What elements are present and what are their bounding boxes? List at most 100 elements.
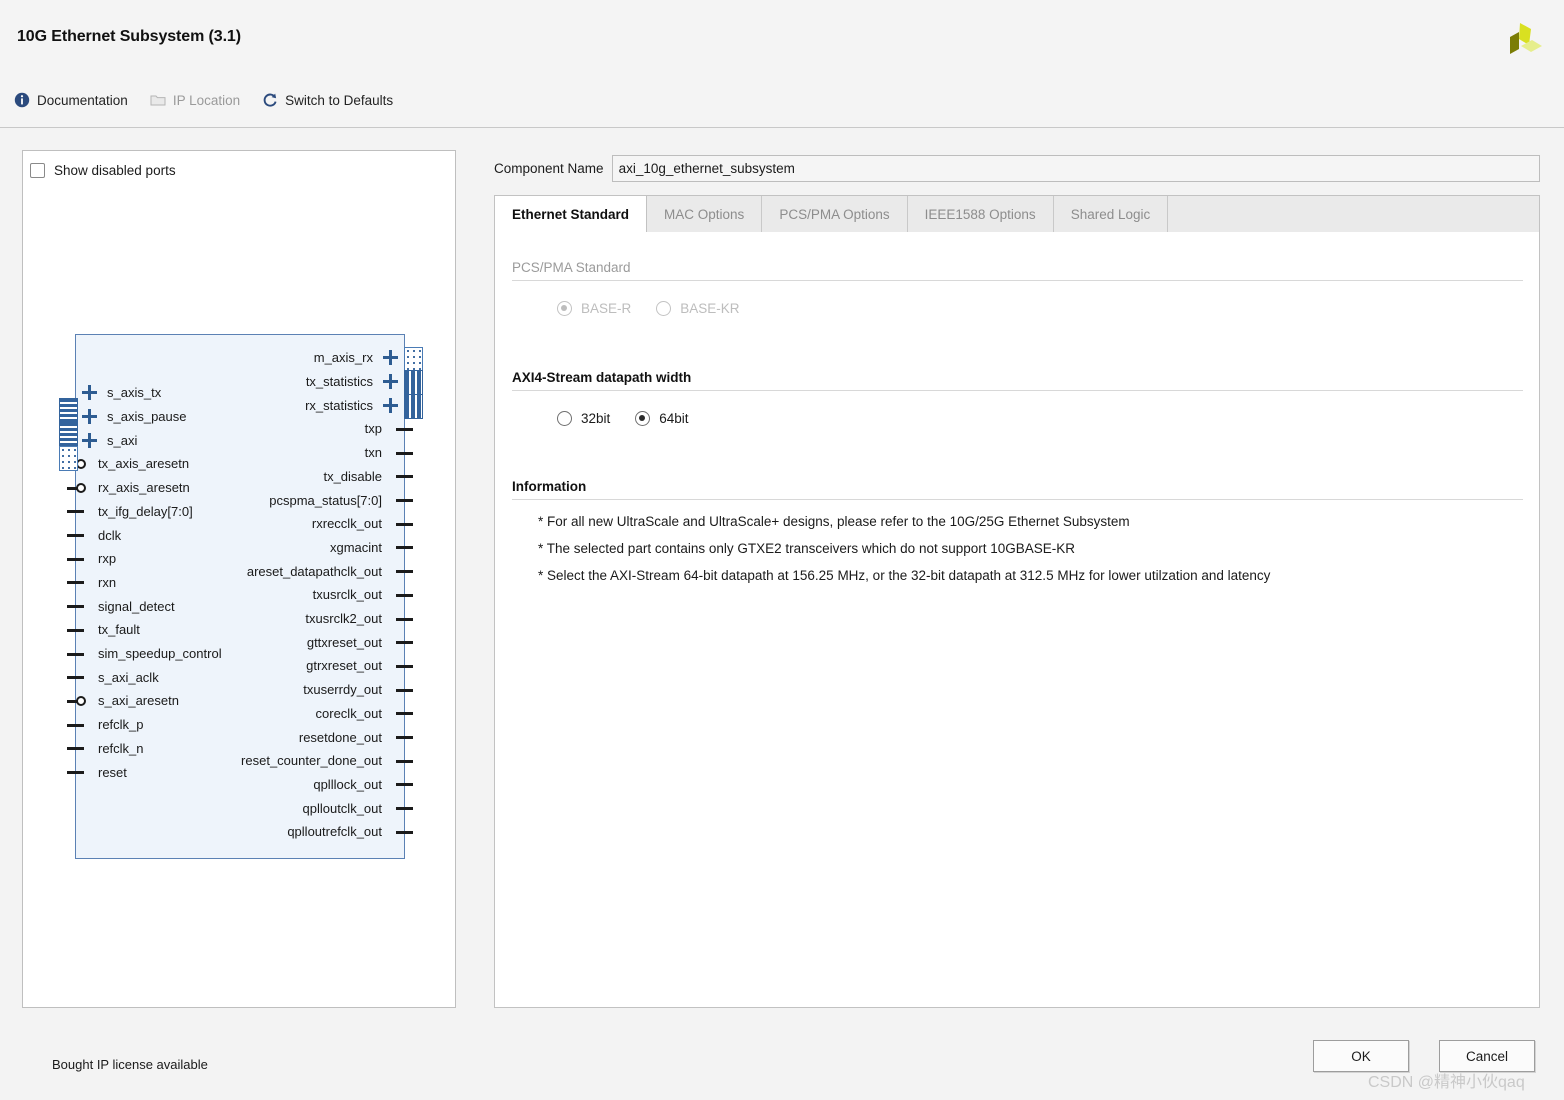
expand-bus-icon[interactable] [383,374,398,390]
ip-port-left[interactable]: signal_detect [67,594,175,618]
ip-port-left[interactable]: s_axis_pause [76,405,187,429]
ip-port-label: resetdone_out [298,729,382,745]
ip-port-label: s_axis_tx [107,385,162,401]
ip-port-right[interactable]: txusrclk_out [312,583,413,607]
tab-mac-options[interactable]: MAC Options [647,196,763,232]
ip-port-right[interactable]: qplllock_out [313,773,413,797]
expand-bus-icon[interactable] [383,350,398,366]
ip-port-right[interactable]: coreclk_out [316,702,413,726]
port-pin [390,493,413,507]
ip-location-label: IP Location [172,92,241,108]
divider [512,499,1523,500]
ip-port-right[interactable]: areset_datapathclk_out [246,559,413,583]
ip-port-left[interactable]: s_axi [76,428,137,452]
expand-bus-icon[interactable] [82,385,97,401]
expand-bus-icon[interactable] [383,397,398,413]
switch-to-defaults-button[interactable]: Switch to Defaults [262,92,393,108]
ip-port-left[interactable]: sim_speedup_control [67,642,222,666]
ip-port-right[interactable]: xgmacint [329,536,413,560]
ip-port-label: txuserrdy_out [303,682,382,698]
port-pin [67,528,90,542]
tab-ethernet-standard[interactable]: Ethernet Standard [495,196,648,233]
ip-port-right[interactable]: txusrclk2_out [305,607,413,631]
ip-port-right[interactable]: rx_statistics [305,393,404,417]
ip-port-left[interactable]: tx_axis_aresetn [67,452,189,476]
ip-port-label: s_axi [107,432,138,448]
ip-port-label: areset_datapathclk_out [246,563,382,579]
ok-button[interactable]: OK [1313,1040,1409,1072]
ip-port-left[interactable]: s_axis_tx [76,381,161,405]
ip-port-left[interactable]: tx_ifg_delay[7:0] [67,500,193,524]
radio-base-r-label: BASE-R [581,301,632,316]
port-pin [67,647,90,661]
ip-port-right[interactable]: pcspma_status[7:0] [269,488,413,512]
radio-base-kr[interactable] [656,301,672,316]
ip-port-right[interactable]: tx_statistics [306,370,404,394]
port-pin [67,670,90,684]
ip-port-label: rx_axis_aresetn [98,480,190,496]
divider [512,280,1523,281]
ip-port-right[interactable]: resetdone_out [298,725,413,749]
ip-port-left[interactable]: s_axi_aresetn [67,689,179,713]
ip-port-label: gttxreset_out [306,634,382,650]
port-pin [390,612,413,626]
ip-port-right[interactable]: qplloutrefclk_out [287,820,413,844]
xilinx-logo-icon [1510,23,1542,54]
ip-port-label: xgmacint [329,539,382,555]
port-pin [390,446,413,460]
section-title-pcs-pma: PCS/PMA Standard [512,260,631,275]
ip-port-left[interactable]: tx_fault [67,618,140,642]
cancel-button[interactable]: Cancel [1439,1040,1535,1072]
ip-port-label: tx_fault [98,622,140,638]
ip-port-left[interactable]: refclk_n [67,737,144,761]
ip-port-label: qplloutrefclk_out [287,824,382,840]
ip-port-right[interactable]: gtrxreset_out [306,654,413,678]
ip-port-left[interactable]: rx_axis_aresetn [67,476,190,500]
ip-port-left[interactable]: reset [67,760,127,784]
show-disabled-ports-row[interactable]: Show disabled ports [30,163,176,178]
port-pin [390,469,413,483]
ip-port-label: refclk_p [98,717,144,733]
ip-port-label: txusrclk_out [312,587,382,603]
ip-port-right[interactable]: rxrecclk_out [312,512,413,536]
ip-port-label: txp [364,421,382,437]
ip-port-left[interactable]: rxn [67,571,116,595]
port-pin [67,741,90,755]
tab-pcs-pma-options[interactable]: PCS/PMA Options [762,196,908,232]
port-pin [67,504,90,518]
information-line: * The selected part contains only GTXE2 … [538,541,1076,556]
ip-port-right[interactable]: reset_counter_done_out [241,749,413,773]
documentation-button[interactable]: Documentation [14,92,128,108]
expand-bus-icon[interactable] [82,409,97,425]
show-disabled-ports-checkbox[interactable] [30,163,45,178]
radio-64bit[interactable] [635,411,651,426]
information-list: * For all new UltraScale and UltraScale+… [538,514,1523,583]
expand-bus-icon[interactable] [82,432,97,448]
ip-port-label: qplllock_out [313,776,382,792]
ip-port-label: reset_counter_done_out [241,753,382,769]
port-pin [390,422,413,436]
show-disabled-ports-label: Show disabled ports [54,163,176,178]
component-name-label: Component Name [494,161,604,176]
ip-location-button[interactable]: IP Location [150,92,240,108]
radio-32bit[interactable] [557,411,572,426]
ip-port-right[interactable]: txuserrdy_out [303,678,413,702]
ip-port-label: pcspma_status[7:0] [269,492,382,508]
ip-port-right[interactable]: txp [364,417,413,441]
tab-shared-logic[interactable]: Shared Logic [1054,196,1169,232]
component-name-input[interactable] [611,155,1540,182]
ip-port-left[interactable]: rxp [67,547,116,571]
configuration-panel: Component Name Ethernet StandardMAC Opti… [494,150,1540,1008]
ip-port-left[interactable]: s_axi_aclk [67,665,159,689]
tab-ieee1588-options[interactable]: IEEE1588 Options [908,196,1054,232]
bus-connector-icon [404,347,423,371]
ip-port-left[interactable]: dclk [67,523,121,547]
ip-port-left[interactable]: refclk_p [67,713,144,737]
ip-port-right[interactable]: txn [365,441,413,465]
ip-port-right[interactable]: m_axis_rx [314,346,404,370]
ip-port-label: reset [98,764,127,780]
ip-port-right[interactable]: gttxreset_out [306,630,413,654]
radio-base-r[interactable] [557,301,572,316]
ip-port-right[interactable]: qplloutclk_out [303,796,413,820]
ip-port-right[interactable]: tx_disable [323,465,413,489]
